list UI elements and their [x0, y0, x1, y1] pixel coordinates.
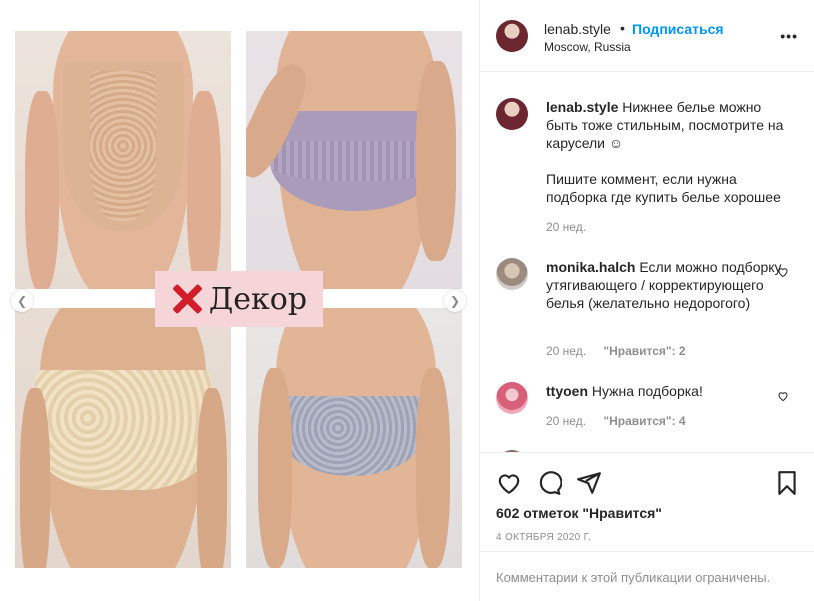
- commenter-avatar[interactable]: [496, 382, 528, 414]
- comments-footer: Комментарии к этой публикации ограничены…: [480, 551, 814, 601]
- likes-count[interactable]: 602 отметок "Нравится": [496, 505, 662, 521]
- caption-username[interactable]: lenab.style: [546, 99, 618, 115]
- comment-time[interactable]: 20 нед.: [546, 344, 586, 358]
- chevron-left-icon[interactable]: ❮: [11, 290, 33, 312]
- comments-limited-notice: Комментарии к этой публикации ограничены…: [496, 570, 771, 585]
- product-photo-beige-shapewear: [15, 31, 231, 289]
- author-avatar[interactable]: [496, 98, 528, 130]
- comment-meta: 20 нед. "Нравится": 4: [546, 414, 686, 428]
- comment-username[interactable]: ttyoen: [546, 383, 588, 399]
- post-date[interactable]: 4 ОКТЯБРЯ 2020 Г.: [496, 532, 591, 543]
- comment-heart-icon[interactable]: [777, 390, 789, 402]
- product-photo-lavender-briefs: [246, 31, 462, 289]
- comment-heart-icon[interactable]: [777, 266, 789, 278]
- comment-likes[interactable]: "Нравится": 4: [603, 414, 685, 428]
- decor-label-text: Декор: [208, 281, 308, 317]
- heart-icon[interactable]: [496, 470, 522, 496]
- caption-body: lenab.style Нижнее белье можно быть тоже…: [546, 98, 790, 206]
- author-avatar[interactable]: [496, 20, 528, 52]
- post-sidebar: lenab.style • Подписаться Moscow, Russia…: [479, 0, 814, 601]
- decor-label: Декор: [155, 271, 323, 327]
- post-location[interactable]: Moscow, Russia: [544, 40, 631, 54]
- comment-body: ttyoen Нужна подборка!: [546, 382, 790, 400]
- post-actions: 602 отметок "Нравится" 4 ОКТЯБРЯ 2020 Г.: [480, 452, 814, 562]
- caption-time[interactable]: 20 нед.: [546, 220, 586, 234]
- follow-button[interactable]: Подписаться: [632, 21, 724, 37]
- comment-time[interactable]: 20 нед.: [546, 414, 586, 428]
- separator-dot: •: [620, 20, 625, 36]
- more-options-icon[interactable]: •••: [780, 28, 798, 44]
- commenter-avatar[interactable]: [496, 258, 528, 290]
- comment-meta: 20 нед. "Нравится": 2: [546, 344, 686, 358]
- author-username[interactable]: lenab.style: [544, 21, 611, 37]
- comment-icon[interactable]: [536, 470, 562, 496]
- comment-body: monika.halch Если можно подборку утягива…: [546, 258, 790, 312]
- chevron-right-icon[interactable]: ❯: [444, 290, 466, 312]
- bookmark-icon[interactable]: [774, 470, 800, 496]
- product-photo-cream-lace-shorts: [15, 308, 231, 568]
- comment-text: Нужна подборка!: [591, 383, 703, 399]
- red-x-icon: [171, 283, 203, 315]
- comment-username[interactable]: monika.halch: [546, 259, 635, 275]
- post-header: lenab.style • Подписаться Moscow, Russia…: [480, 0, 814, 72]
- post-media[interactable]: Декор ❮ ❯: [0, 0, 479, 601]
- share-icon[interactable]: [576, 470, 602, 496]
- caption-text-2: Пишите коммент, если нужна подборка где …: [546, 171, 781, 205]
- comments-list[interactable]: lenab.style Нижнее белье можно быть тоже…: [480, 72, 814, 452]
- caption-meta: 20 нед.: [546, 220, 586, 234]
- comment-likes[interactable]: "Нравится": 2: [603, 344, 685, 358]
- product-photo-grey-print-briefs: [246, 308, 462, 568]
